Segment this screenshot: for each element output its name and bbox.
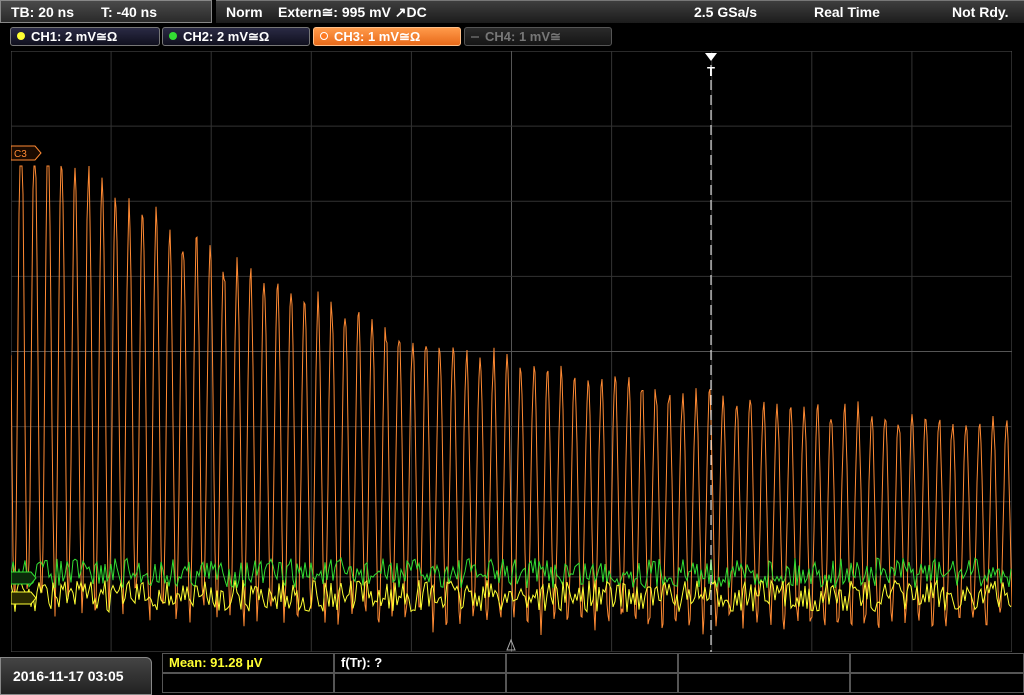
measurement-panel[interactable]: Mean: 91.28 µV f(Tr): ?	[162, 652, 1024, 695]
trigger-mode: Norm	[226, 4, 263, 20]
trigger-source: Extern≅: 995 mV ↗DC	[278, 4, 427, 20]
timebase-box[interactable]: TB: 20 ns T: -40 ns	[0, 0, 212, 23]
channel-1-label: CH1: 2 mV≅Ω	[31, 29, 118, 44]
channel-2-offset-marker[interactable]	[10, 571, 37, 585]
measurement-slot-9[interactable]	[678, 673, 850, 693]
channel-2-button[interactable]: CH2: 2 mV≅Ω	[162, 27, 310, 46]
timebase-label: TB: 20 ns	[11, 4, 75, 20]
mean-measurement[interactable]: Mean: 91.28 µV	[162, 653, 334, 673]
top-bar: TB: 20 ns T: -40 ns Norm Extern≅: 995 mV…	[0, 0, 1024, 24]
measurement-slot-5[interactable]	[850, 653, 1024, 673]
trigger-offset-label: T: -40 ns	[101, 4, 158, 20]
sample-rate: 2.5 GSa/s	[694, 4, 758, 20]
channel-3-offset-marker[interactable]: C3	[10, 145, 42, 161]
measurement-slot-10[interactable]	[850, 673, 1024, 693]
frequency-measurement[interactable]: f(Tr): ?	[334, 653, 506, 673]
acquisition-state: Not Rdy.	[952, 4, 1009, 20]
channel-2-dot-icon	[169, 32, 177, 40]
bottom-bar: 2016-11-17 03:05 Mean: 91.28 µV f(Tr): ?	[0, 652, 1024, 695]
channel-3-label: CH3: 1 mV≅Ω	[334, 29, 421, 44]
channel-2-label: CH2: 2 mV≅Ω	[183, 29, 270, 44]
measurement-slot-7[interactable]	[334, 673, 506, 693]
measurement-slot-4[interactable]	[678, 653, 850, 673]
date-time: 2016-11-17 03:05	[0, 657, 152, 695]
channel-1-button[interactable]: CH1: 2 mV≅Ω	[10, 27, 160, 46]
channel-1-offset-marker[interactable]	[10, 591, 37, 605]
channel-1-dot-icon	[17, 32, 25, 40]
waveform-display[interactable]: T C3	[10, 50, 1013, 653]
measurement-slot-3[interactable]	[506, 653, 678, 673]
measurement-slot-6[interactable]	[162, 673, 334, 693]
channel-4-button[interactable]: CH4: 1 mV≅	[464, 27, 612, 46]
measurement-slot-8[interactable]	[506, 673, 678, 693]
channel-3-dot-icon	[320, 32, 328, 40]
channel-4-label: CH4: 1 mV≅	[485, 29, 561, 44]
trigger-marker-label: T	[707, 64, 715, 79]
waveform-canvas[interactable]: T C3	[10, 50, 1013, 653]
channel-3-button[interactable]: CH3: 1 mV≅Ω	[313, 27, 461, 46]
acquisition-mode: Real Time	[814, 4, 880, 20]
channel-4-off-icon	[471, 36, 479, 38]
channel-bar: CH1: 2 mV≅Ω CH2: 2 mV≅Ω CH3: 1 mV≅Ω CH4:…	[0, 25, 1024, 49]
channel-3-marker-label: C3	[14, 149, 27, 160]
status-bar[interactable]: Norm Extern≅: 995 mV ↗DC 2.5 GSa/s Real …	[216, 0, 1024, 23]
